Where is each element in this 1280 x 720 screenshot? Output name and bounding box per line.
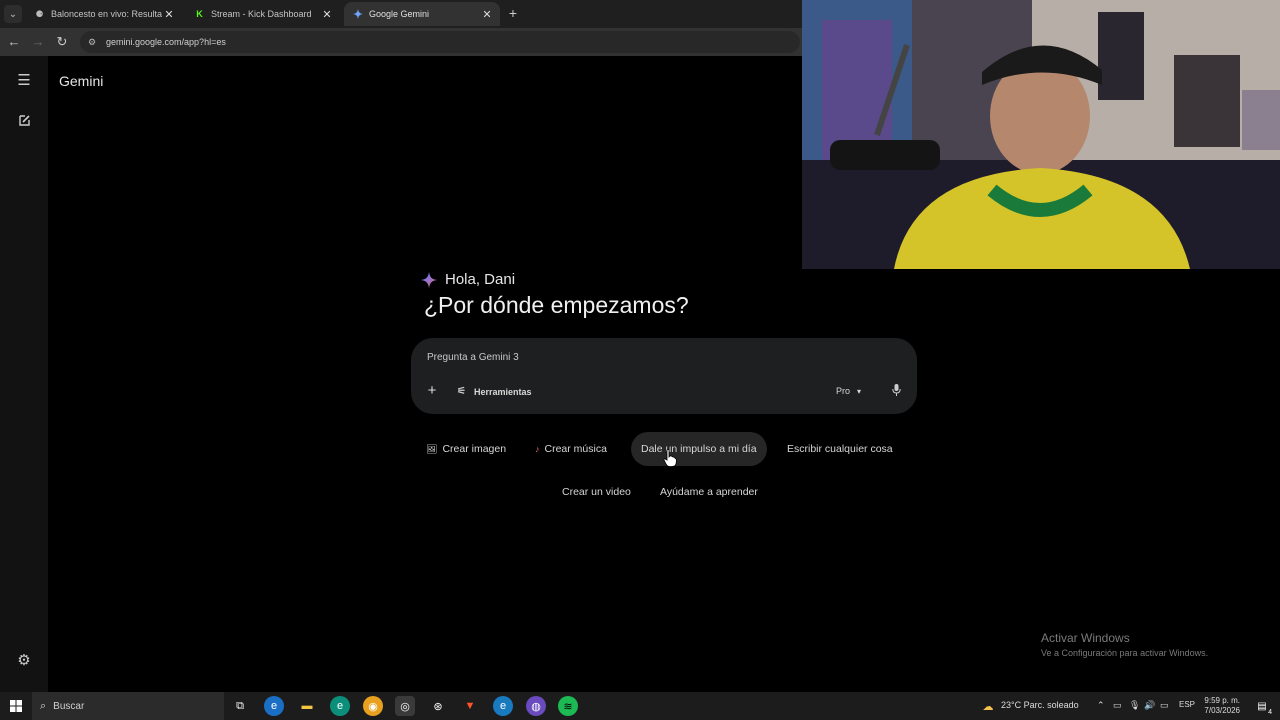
edge-dev-icon[interactable]: e bbox=[330, 696, 350, 716]
back-arrow-icon[interactable]: ← bbox=[6, 34, 22, 50]
clock-date: 7/03/2026 bbox=[1204, 706, 1240, 715]
clock[interactable]: 9:59 p. m. 7/03/2026 bbox=[1198, 696, 1240, 716]
tab-title: Google Gemini bbox=[369, 9, 430, 19]
task-view-icon[interactable]: ⧉ bbox=[230, 696, 250, 716]
clock-time: 9:59 p. m. bbox=[1204, 696, 1240, 705]
close-tab-icon[interactable]: ✕ bbox=[320, 8, 334, 21]
reload-icon[interactable]: ↻ bbox=[54, 34, 70, 50]
windows-start-icon[interactable] bbox=[6, 696, 26, 716]
watermark-subtitle: Ve a Configuración para activar Windows. bbox=[1041, 648, 1209, 658]
tab-kick[interactable]: K Stream - Kick Dashboard ✕ bbox=[186, 2, 340, 26]
edge-icon[interactable]: e bbox=[264, 696, 284, 716]
app-icon[interactable]: ◍ bbox=[526, 696, 546, 716]
tab-search-chevron-icon[interactable]: ⌄ bbox=[4, 5, 22, 23]
activate-windows-watermark: Activar Windows Ve a Configuración para … bbox=[1041, 631, 1208, 658]
tab-title: Stream - Kick Dashboard bbox=[211, 9, 312, 19]
tools-label: Herramientas bbox=[474, 386, 532, 397]
chip-crear-musica[interactable]: ♪ Crear música bbox=[525, 432, 617, 466]
battery-icon[interactable]: ▭ bbox=[1160, 700, 1169, 711]
forward-arrow-icon[interactable]: → bbox=[30, 34, 46, 50]
chip-label: Crear música bbox=[544, 443, 607, 455]
spotify-icon[interactable]: ≋ bbox=[558, 696, 578, 716]
network-icon[interactable]: ▭ bbox=[1113, 700, 1122, 711]
chip-impulso-dia[interactable]: Dale un impulso a mi día bbox=[631, 432, 767, 466]
hand-cursor-icon bbox=[663, 449, 677, 467]
volume-icon[interactable]: 🔊 bbox=[1144, 700, 1155, 711]
app-brand-title: Gemini bbox=[59, 73, 104, 89]
webcam-overlay bbox=[802, 0, 1280, 269]
kick-icon: K bbox=[196, 9, 203, 19]
chrome-icon[interactable]: ◎ bbox=[395, 696, 415, 716]
microphone-icon[interactable] bbox=[889, 384, 903, 398]
chip-label: Escribir cualquier cosa bbox=[787, 443, 893, 455]
music-emoji-icon: ♪ bbox=[535, 444, 540, 454]
chip-label: Dale un impulso a mi día bbox=[641, 443, 757, 455]
chip-crear-video[interactable]: Crear un video bbox=[552, 475, 641, 509]
menu-icon[interactable]: ☰ bbox=[14, 71, 34, 91]
gemini-sparkle-icon bbox=[421, 271, 437, 288]
greeting-text: Hola, Dani bbox=[445, 271, 516, 288]
notifications-icon[interactable]: ▤ 4 bbox=[1252, 696, 1272, 717]
search-label: Buscar bbox=[53, 700, 85, 712]
close-tab-icon[interactable]: ✕ bbox=[162, 8, 176, 21]
model-label: Pro bbox=[836, 386, 851, 396]
settings-gear-icon[interactable]: ⚙ bbox=[14, 651, 34, 671]
tools-sliders-icon: ⚟ bbox=[457, 386, 466, 397]
chip-escribir[interactable]: Escribir cualquier cosa bbox=[777, 432, 903, 466]
language-indicator[interactable]: ESP bbox=[1179, 700, 1195, 709]
weather-text[interactable]: 23°C Parc. soleado bbox=[1001, 700, 1079, 710]
tab-gemini[interactable]: Google Gemini ✕ bbox=[344, 2, 500, 26]
basketball-icon: ⚈ bbox=[35, 8, 44, 19]
new-chat-icon[interactable] bbox=[14, 113, 34, 133]
chip-label: Crear imagen bbox=[442, 443, 507, 455]
chip-crear-imagen[interactable]: 🖼 Crear imagen bbox=[416, 432, 516, 466]
notification-count: 4 bbox=[1268, 709, 1272, 716]
tab-baloncesto[interactable]: ⚈ Baloncesto en vivo: Resultados ✕ bbox=[26, 2, 182, 26]
chip-label: Ayúdame a aprender bbox=[660, 486, 758, 498]
streamer-webcam-image bbox=[802, 0, 1280, 269]
watermark-title: Activar Windows bbox=[1041, 631, 1130, 645]
address-bar[interactable]: ⚙ gemini.google.com/app?hl=es bbox=[80, 31, 800, 53]
image-emoji-icon: 🖼 bbox=[426, 443, 438, 454]
prompt-input-placeholder[interactable]: Pregunta a Gemini 3 bbox=[427, 352, 519, 363]
add-attachment-plus-icon[interactable]: + bbox=[425, 383, 439, 398]
browser-app-icon[interactable]: ◉ bbox=[363, 696, 383, 716]
prompt-input-box[interactable]: Pregunta a Gemini 3 + ⚟ Herramientas Pro… bbox=[411, 338, 917, 414]
chip-aprender[interactable]: Ayúdame a aprender bbox=[650, 475, 768, 509]
url-text: gemini.google.com/app?hl=es bbox=[106, 37, 226, 47]
model-selector[interactable]: Pro ▾ bbox=[836, 386, 861, 396]
tray-expand-icon[interactable]: ⌃ bbox=[1097, 700, 1105, 711]
windows-taskbar: ⌕ Buscar ⧉ e ▬ e ◉ ◎ ⊛ ▼ e ◍ ≋ ☁ 23°C Pa… bbox=[0, 692, 1280, 720]
tools-button[interactable]: ⚟ Herramientas bbox=[457, 386, 532, 397]
brave-icon[interactable]: ▼ bbox=[460, 696, 480, 716]
gemini-sidebar: ☰ ⚙ bbox=[0, 56, 48, 692]
greeting: Hola, Dani bbox=[421, 271, 515, 288]
obs-icon[interactable]: ⊛ bbox=[428, 696, 448, 716]
file-explorer-icon[interactable]: ▬ bbox=[297, 696, 317, 716]
weather-icon[interactable]: ☁ bbox=[978, 696, 998, 716]
taskbar-search-box[interactable]: ⌕ Buscar bbox=[32, 692, 224, 720]
edge-beta-icon[interactable]: e bbox=[493, 696, 513, 716]
chevron-down-icon: ▾ bbox=[857, 386, 862, 396]
tab-title: Baloncesto en vivo: Resultados bbox=[51, 9, 162, 19]
close-tab-icon[interactable]: ✕ bbox=[480, 8, 494, 21]
site-info-icon[interactable]: ⚙ bbox=[88, 37, 98, 47]
search-icon: ⌕ bbox=[40, 699, 47, 712]
microphone-tray-icon[interactable]: 🎙 bbox=[1129, 700, 1140, 711]
page-title: ¿Por dónde empezamos? bbox=[424, 292, 689, 318]
gemini-icon bbox=[352, 9, 363, 20]
new-tab-icon[interactable]: + bbox=[505, 5, 521, 21]
chip-label: Crear un video bbox=[562, 486, 631, 498]
